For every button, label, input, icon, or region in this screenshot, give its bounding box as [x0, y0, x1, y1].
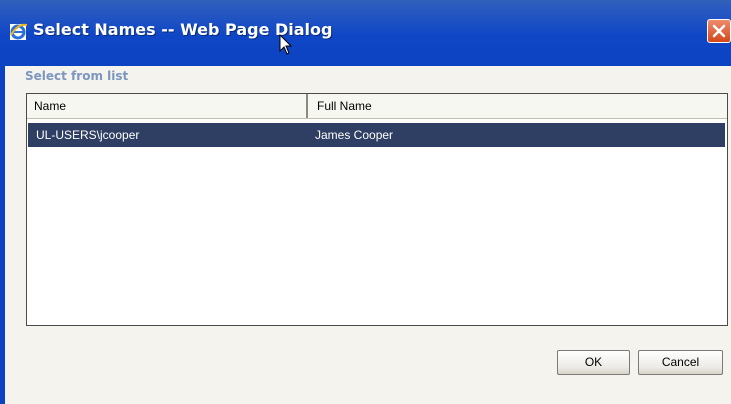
row-name: UL-USERS\jcooper — [36, 128, 140, 142]
mouse-cursor-icon — [279, 34, 293, 55]
column-header-full-name[interactable]: Full Name — [310, 94, 727, 118]
ok-button[interactable]: OK — [557, 350, 630, 375]
row-full-name: James Cooper — [315, 128, 394, 142]
names-listview[interactable]: Name Full Name UL-USERS\jcooper James Co… — [26, 93, 728, 326]
cancel-button[interactable]: Cancel — [638, 350, 723, 375]
ie-icon — [10, 21, 28, 41]
close-icon — [712, 24, 726, 38]
list-header: Name Full Name — [27, 94, 727, 119]
dialog-titlebar[interactable]: Select Names -- Web Page Dialog — [0, 0, 731, 66]
dialog-body: Select from list Name Full Name UL-USERS… — [5, 66, 731, 404]
column-header-name[interactable]: Name — [27, 94, 308, 118]
section-label: Select from list — [25, 69, 129, 83]
list-row-selected[interactable]: UL-USERS\jcooper James Cooper — [28, 123, 725, 147]
close-button[interactable] — [707, 19, 731, 43]
